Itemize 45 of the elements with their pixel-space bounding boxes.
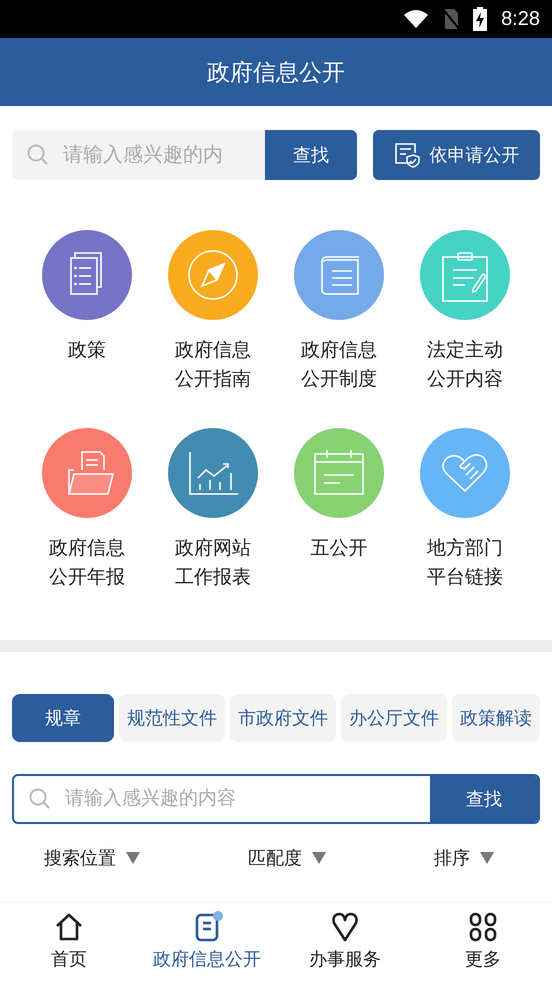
tile-label: 法定主动公开内容 <box>426 338 504 392</box>
category-tab[interactable]: 政策解读 <box>452 694 540 742</box>
docs-icon[interactable] <box>42 230 132 320</box>
compass-icon[interactable] <box>168 230 258 320</box>
no-sim-icon <box>443 8 460 30</box>
category-tab[interactable]: 市政府文件 <box>230 694 336 742</box>
search-field[interactable]: 请输入感兴趣的内 查找 <box>12 130 357 180</box>
handshake-icon[interactable] <box>420 428 510 518</box>
tile-label: 政府网站工作报表 <box>174 536 252 590</box>
tile-label: 地方部门平台链接 <box>426 536 504 590</box>
nav-item[interactable]: 首页 <box>0 903 138 981</box>
wifi-icon <box>403 9 430 29</box>
tile-label: 政府信息公开年报 <box>48 536 126 590</box>
search-button[interactable]: 查找 <box>430 776 538 822</box>
nav-item[interactable]: 政府信息公开 <box>138 903 276 981</box>
battery-icon <box>473 7 488 31</box>
status-time: 8:28 <box>501 8 540 30</box>
search-icon <box>29 788 51 810</box>
caret-icon[interactable] <box>480 852 494 864</box>
tile-label: 政府信息公开制度 <box>300 338 378 392</box>
filter-dropdown[interactable]: 匹配度 <box>248 846 302 870</box>
folder-icon[interactable] <box>42 428 132 518</box>
category-tab[interactable]: 规范性文件 <box>119 694 225 742</box>
search-field[interactable]: 请输入感兴趣的内容 查找 <box>12 774 540 824</box>
apply-button[interactable]: 依申请公开 <box>373 130 540 180</box>
book-icon[interactable] <box>294 230 384 320</box>
filter-dropdown[interactable]: 排序 <box>434 846 470 870</box>
page-title: 政府信息公开 <box>207 58 345 88</box>
search-icon <box>27 144 49 166</box>
category-tab[interactable]: 办公厅文件 <box>341 694 447 742</box>
filter-dropdown[interactable]: 搜索位置 <box>44 846 116 870</box>
tile-label: 政策 <box>66 338 107 363</box>
tile-label: 政府信息公开指南 <box>174 338 252 392</box>
nav-item[interactable]: 更多 <box>414 903 552 981</box>
category-tab[interactable]: 规章 <box>12 694 114 742</box>
tile-label: 五公开 <box>309 536 368 561</box>
caret-icon[interactable] <box>312 852 326 864</box>
nav-item[interactable]: 办事服务 <box>276 903 414 981</box>
clipboard-icon[interactable] <box>420 230 510 320</box>
calendar-icon[interactable] <box>294 428 384 518</box>
caret-icon[interactable] <box>126 852 140 864</box>
grid-icon <box>467 911 499 943</box>
chart-icon[interactable] <box>168 428 258 518</box>
document-shield-icon <box>394 142 420 168</box>
search-button[interactable]: 查找 <box>265 130 357 180</box>
